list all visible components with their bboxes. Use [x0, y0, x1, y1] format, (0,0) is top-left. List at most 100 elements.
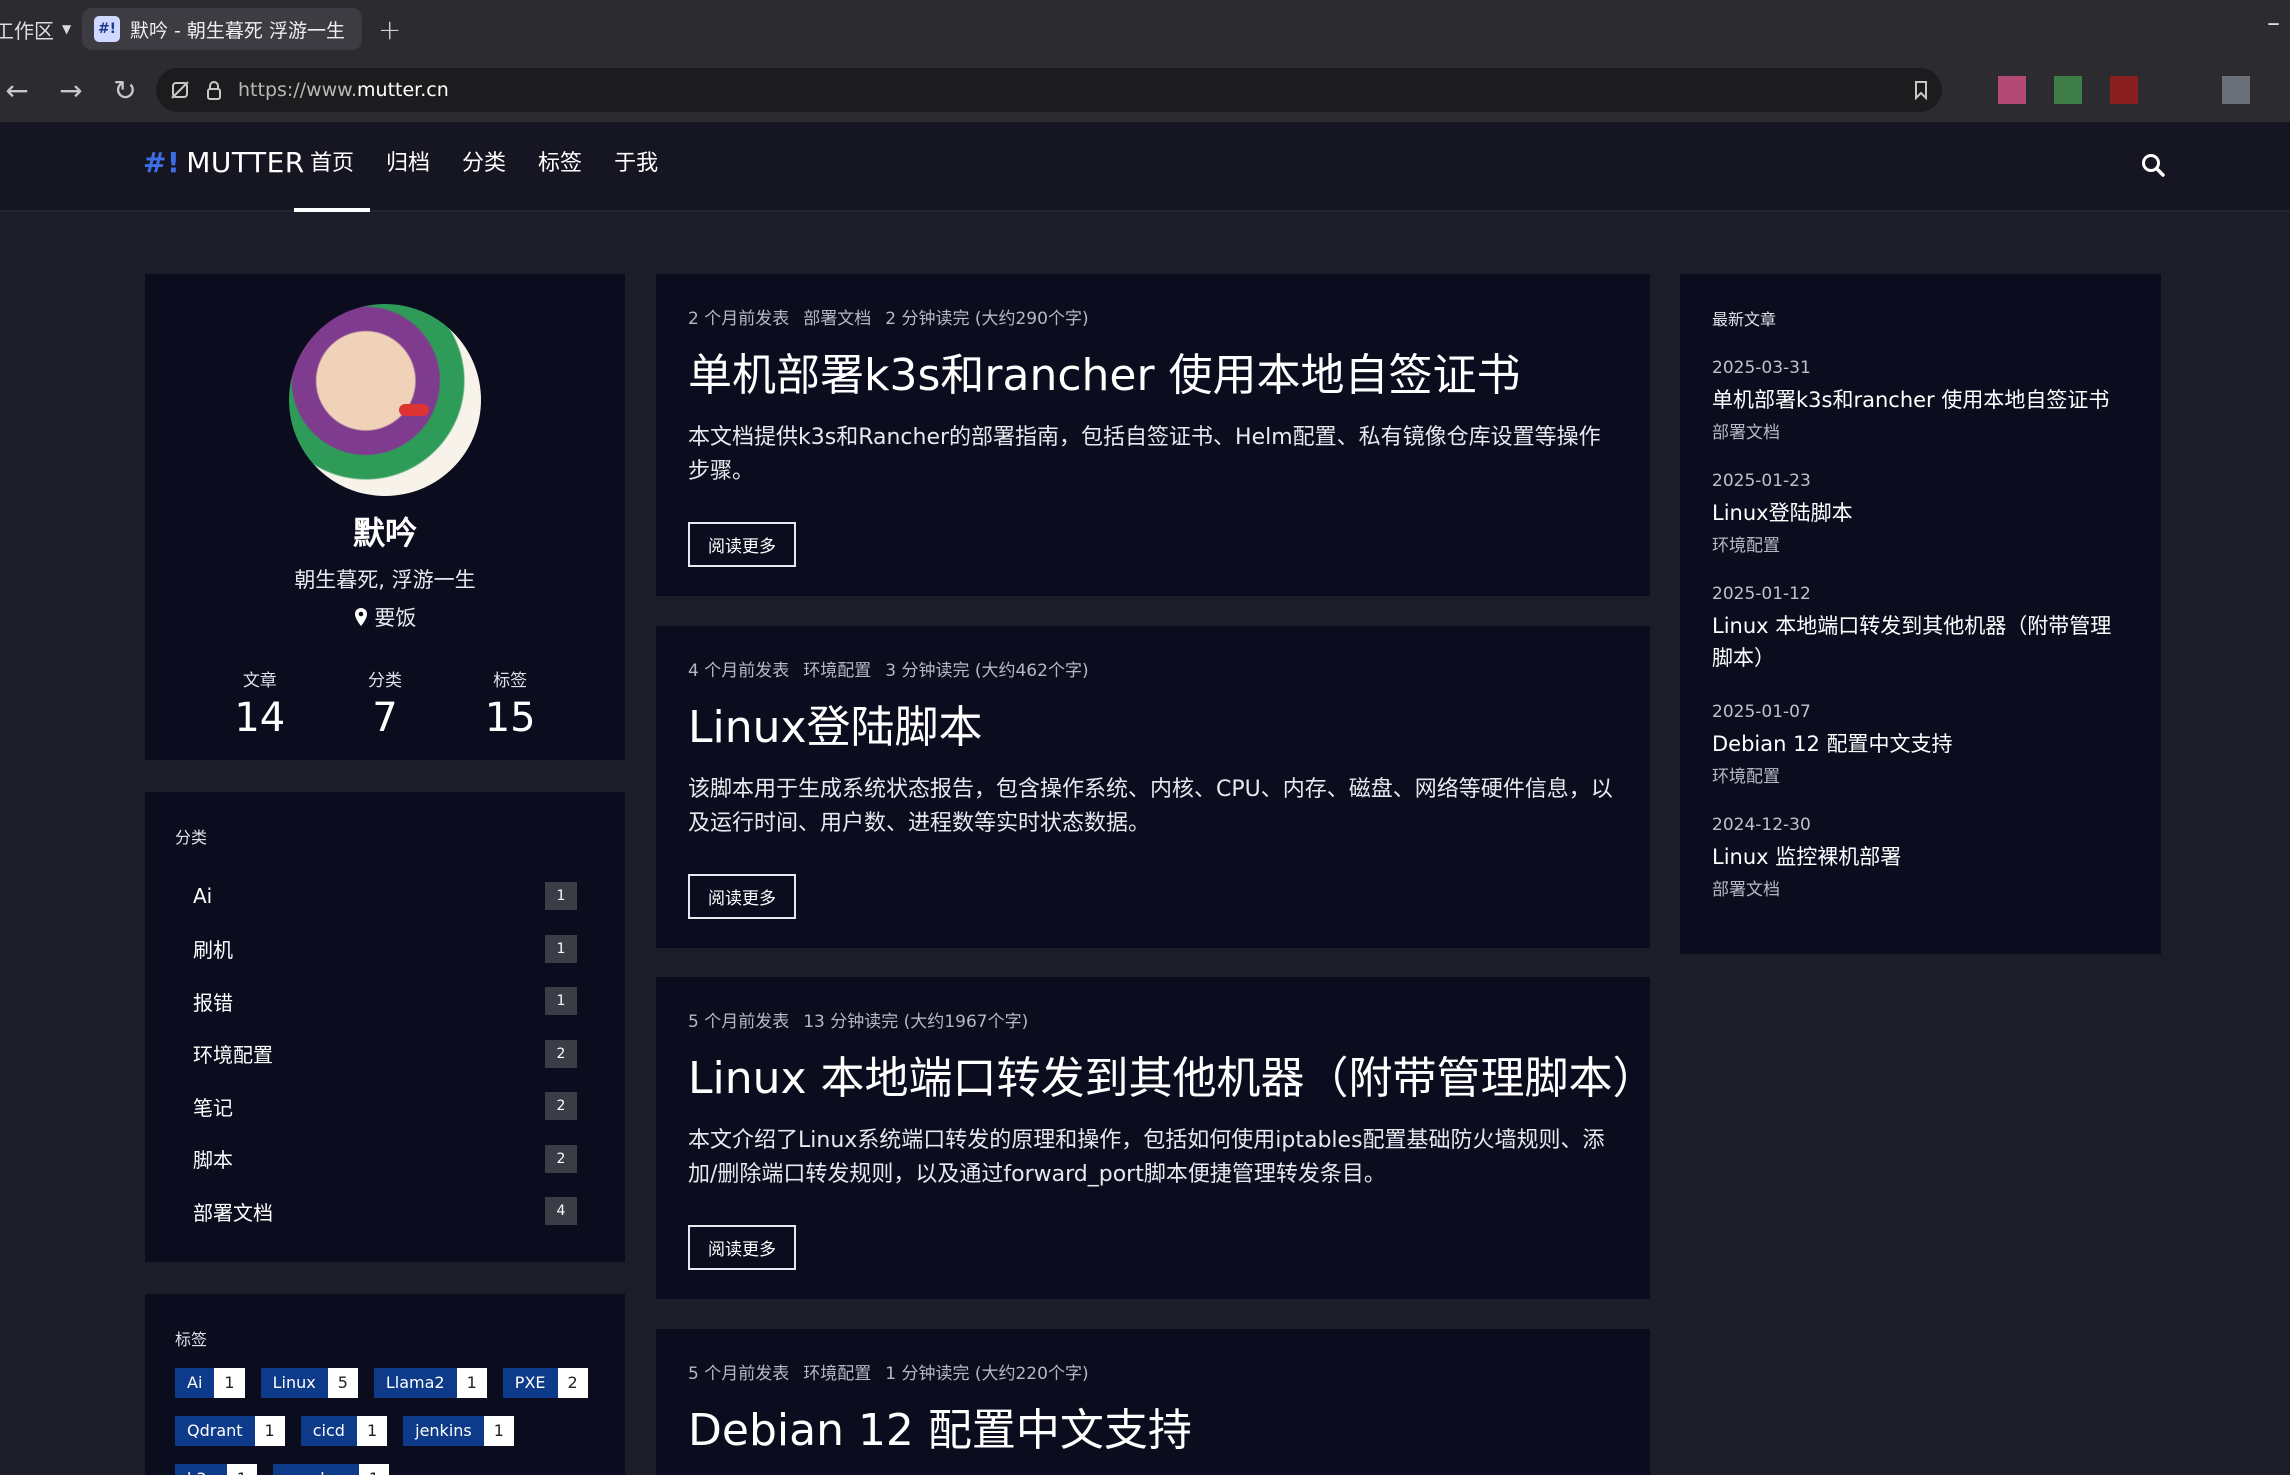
stat-value: 14: [234, 695, 286, 741]
nav-archive[interactable]: 归档: [370, 122, 446, 212]
lock-icon[interactable]: [206, 80, 222, 100]
url-domain: mutter.cn: [357, 79, 449, 101]
stat-label: 标签: [493, 671, 528, 691]
article-title[interactable]: Linux登陆脚本: [688, 691, 1618, 755]
category-item[interactable]: 环境配置 2: [175, 1028, 595, 1081]
stat-label: 文章: [242, 671, 277, 691]
profile-card: 默吟 朝生暮死, 浮游一生 要饭 文章 14 分类 7 标签 15: [145, 274, 625, 760]
recent-post-title[interactable]: Linux登陆脚本: [1712, 497, 2129, 529]
stat-tags[interactable]: 标签 15: [485, 666, 536, 741]
tag-item[interactable]: Qdrant 1: [175, 1416, 285, 1446]
category-name: 刷机: [193, 938, 233, 963]
tag-item[interactable]: Ai 1: [175, 1368, 245, 1398]
article-title[interactable]: 单机部署k3s和rancher 使用本地自签证书: [688, 339, 1618, 403]
tag-item[interactable]: jenkins 1: [403, 1416, 514, 1446]
recent-post-category[interactable]: 部署文档: [1712, 875, 2129, 900]
stat-categories[interactable]: 分类 7: [368, 666, 402, 741]
avatar: [289, 304, 481, 496]
category-item[interactable]: 脚本 2: [175, 1133, 595, 1186]
article-time: 2 个月前发表: [688, 309, 790, 329]
map-pin-icon: [354, 608, 367, 626]
recent-post-title[interactable]: 单机部署k3s和rancher 使用本地自签证书: [1712, 384, 2129, 416]
site-navbar: #! MUTTER 首页 归档 分类 标签 于我: [0, 122, 2290, 212]
article-category[interactable]: 环境配置: [803, 661, 871, 681]
tag-count: 2: [557, 1368, 588, 1398]
tag-count: 5: [327, 1368, 358, 1398]
read-more-button[interactable]: 阅读更多: [688, 1225, 796, 1270]
article-summary: 本文介绍了Linux系统端口转发的原理和操作，包括如何使用iptables配置基…: [688, 1128, 1605, 1187]
category-item[interactable]: 笔记 2: [175, 1080, 595, 1133]
recent-post-title[interactable]: Linux 本地端口转发到其他机器（附带管理脚本）: [1712, 610, 2129, 674]
stat-posts[interactable]: 文章 14: [234, 666, 285, 741]
article-meta: 5 个月前发表 环境配置 1 分钟读完 (大约220个字): [688, 1359, 1618, 1384]
recent-post-category[interactable]: 环境配置: [1712, 762, 2129, 787]
article-title[interactable]: Linux 本地端口转发到其他机器（附带管理脚本）: [688, 1042, 1657, 1106]
category-item[interactable]: 刷机 1: [175, 923, 595, 976]
category-count: 1: [545, 934, 577, 963]
article-title[interactable]: Debian 12 配置中文支持: [688, 1394, 1618, 1458]
recent-post-category[interactable]: 部署文档: [1712, 418, 2129, 443]
tag-item[interactable]: Linux 5: [260, 1368, 358, 1398]
read-more-button[interactable]: 阅读更多: [688, 874, 796, 919]
back-arrow-icon[interactable]: ←: [0, 74, 44, 107]
tag-count: 1: [456, 1368, 487, 1398]
category-item[interactable]: Ai 1: [175, 870, 595, 923]
site-logo[interactable]: #! MUTTER: [143, 146, 305, 179]
category-name: 报错: [193, 990, 233, 1015]
chevron-down-icon: ▼: [62, 22, 72, 36]
nav-tags[interactable]: 标签: [522, 122, 598, 212]
tag-name: jenkins: [403, 1416, 484, 1446]
url-field[interactable]: https://www.mutter.cn: [156, 68, 1942, 112]
tag-item[interactable]: PXE 2: [502, 1368, 588, 1398]
article-time: 4 个月前发表: [688, 661, 790, 681]
tag-name: rancher: [272, 1464, 359, 1475]
extension-icon[interactable]: [2054, 76, 2082, 104]
recent-posts-card: 最新文章 2025-03-31 单机部署k3s和rancher 使用本地自签证书…: [1680, 274, 2161, 954]
recent-post-title[interactable]: Debian 12 配置中文支持: [1712, 728, 2129, 760]
reload-icon[interactable]: ↻: [98, 74, 152, 107]
article-category[interactable]: 环境配置: [803, 1364, 871, 1384]
tag-item[interactable]: k3s1: [175, 1464, 257, 1475]
tracking-off-icon[interactable]: [170, 80, 190, 100]
new-tab-icon[interactable]: +: [378, 13, 401, 46]
forward-arrow-icon[interactable]: →: [44, 74, 98, 107]
category-count: 2: [545, 1092, 577, 1121]
tag-item[interactable]: Llama2 1: [373, 1368, 487, 1398]
search-icon[interactable]: [2140, 152, 2166, 178]
category-count: 2: [545, 1039, 577, 1068]
extension-icon[interactable]: [2110, 76, 2138, 104]
recent-post-date: 2025-01-07: [1712, 702, 1811, 722]
nav-about[interactable]: 于我: [598, 122, 674, 212]
extension-icon[interactable]: [1998, 76, 2026, 104]
tag-item[interactable]: cicd 1: [300, 1416, 388, 1446]
extension-icon[interactable]: [2222, 76, 2250, 104]
extension-spacer: [2082, 76, 2110, 104]
author-location: 要饭: [145, 602, 625, 632]
recent-post-item: 2024-12-30 Linux 监控裸机部署 部署文档: [1712, 815, 2129, 900]
recent-post-title[interactable]: Linux 监控裸机部署: [1712, 841, 2129, 873]
category-name: 笔记: [193, 1095, 233, 1120]
recent-post-date: 2025-03-31: [1712, 358, 1811, 378]
tab-title: 默吟 - 朝生暮死 浮游一生: [130, 19, 345, 42]
tag-item[interactable]: rancher1: [272, 1464, 390, 1475]
workspace-menu[interactable]: 工作区 ▼: [0, 15, 76, 44]
browser-tab[interactable]: #! 默吟 - 朝生暮死 浮游一生: [82, 8, 362, 50]
tag-count: 1: [483, 1416, 514, 1446]
nav-categories[interactable]: 分类: [446, 122, 522, 212]
categories-card: 分类 Ai 1 刷机 1 报错 1 环境配置 2 笔记 2 脚本 2 部署文档 4: [145, 792, 625, 1262]
read-more-button[interactable]: 阅读更多: [688, 522, 796, 567]
recent-post-item: 2025-01-12 Linux 本地端口转发到其他机器（附带管理脚本）: [1712, 584, 2129, 674]
category-item[interactable]: 报错 1: [175, 975, 595, 1028]
author-name: 默吟: [352, 514, 417, 552]
category-name: 脚本: [193, 1148, 233, 1173]
recent-heading: 最新文章: [1712, 310, 1777, 329]
article-category[interactable]: 部署文档: [803, 309, 871, 329]
article-time: 5 个月前发表: [688, 1012, 790, 1032]
bookmark-icon[interactable]: [1914, 80, 1928, 100]
category-item[interactable]: 部署文档 4: [175, 1185, 595, 1238]
recent-post-category[interactable]: 环境配置: [1712, 531, 2129, 556]
recent-post-date: 2025-01-23: [1712, 471, 1811, 491]
minimize-icon[interactable]: –: [2267, 8, 2280, 38]
nav-home[interactable]: 首页: [294, 122, 371, 212]
tag-count: 1: [226, 1464, 257, 1475]
